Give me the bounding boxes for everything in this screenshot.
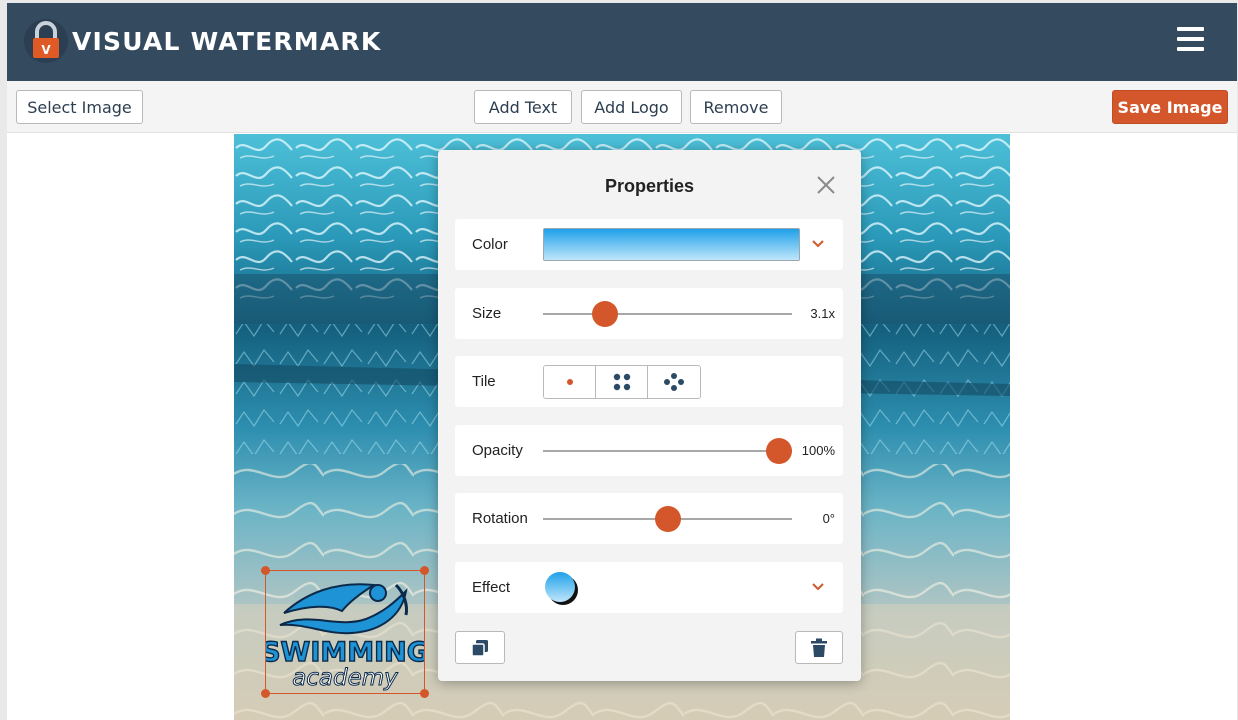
tile-row: Tile: [455, 356, 843, 407]
rotation-slider[interactable]: [543, 504, 792, 534]
color-label: Color: [472, 236, 508, 253]
watermark-line2: academy: [292, 665, 398, 691]
resize-handle-top-right[interactable]: [420, 566, 429, 575]
tile-options: [543, 365, 701, 399]
color-row: Color: [455, 219, 843, 270]
tile-label: Tile: [472, 373, 496, 390]
hamburger-menu-icon[interactable]: [1177, 27, 1207, 55]
size-row: Size 3.1x: [455, 288, 843, 339]
add-logo-button[interactable]: Add Logo: [581, 90, 682, 124]
size-slider-thumb[interactable]: [592, 301, 619, 327]
close-icon[interactable]: [815, 174, 837, 196]
chevron-down-icon[interactable]: [811, 237, 825, 251]
effect-label: Effect: [472, 579, 511, 596]
resize-handle-top-left[interactable]: [261, 566, 270, 575]
remove-button[interactable]: Remove: [690, 90, 782, 124]
app-header: V VISUAL WATERMARK: [7, 3, 1237, 81]
rotation-label: Rotation: [472, 510, 528, 527]
app-window: V VISUAL WATERMARK Select Image Add Text…: [7, 3, 1237, 720]
panel-title: Properties: [604, 176, 695, 196]
diamond-dots-icon[interactable]: [648, 366, 700, 398]
trash-icon: [811, 638, 827, 657]
rotation-slider-thumb[interactable]: [654, 506, 681, 532]
size-value: 3.1x: [810, 306, 835, 321]
size-label: Size: [472, 305, 502, 322]
size-slider[interactable]: [543, 299, 792, 329]
save-image-button[interactable]: Save Image: [1112, 90, 1228, 124]
effect-preview-icon[interactable]: [543, 570, 579, 606]
four-dots-grid-icon[interactable]: [596, 366, 648, 398]
resize-handle-bottom-left[interactable]: [261, 689, 270, 698]
delete-button[interactable]: [795, 631, 843, 664]
add-text-button[interactable]: Add Text: [474, 90, 572, 124]
opacity-slider-thumb[interactable]: [766, 438, 792, 464]
duplicate-icon: [471, 639, 488, 657]
watermark-logo-selection[interactable]: SWIMMING academy: [261, 566, 429, 698]
properties-panel: Properties Color Size 3.1x Tile Opacity …: [438, 150, 861, 681]
swimmer-logo-icon: SWIMMING academy: [266, 583, 424, 692]
chevron-down-icon[interactable]: [811, 580, 825, 594]
toolbar: Select Image Add Text Add Logo Remove Sa…: [7, 81, 1237, 133]
watermark-line1: SWIMMING: [266, 637, 424, 668]
single-dot-icon[interactable]: [544, 366, 596, 398]
rotation-value: 0°: [822, 511, 835, 526]
opacity-label: Opacity: [472, 442, 523, 459]
effect-row: Effect: [455, 562, 843, 613]
opacity-slider[interactable]: [543, 436, 792, 466]
rotation-row: Rotation 0°: [455, 493, 843, 544]
color-swatch[interactable]: [543, 228, 800, 261]
select-image-button[interactable]: Select Image: [16, 90, 143, 124]
resize-handle-bottom-right[interactable]: [420, 689, 429, 698]
duplicate-button[interactable]: [455, 631, 505, 664]
padlock-logo-icon: V: [23, 18, 69, 64]
opacity-value: 100%: [801, 443, 835, 458]
opacity-row: Opacity 100%: [455, 425, 843, 476]
app-title: VISUAL WATERMARK: [72, 27, 382, 56]
svg-text:V: V: [41, 43, 51, 57]
